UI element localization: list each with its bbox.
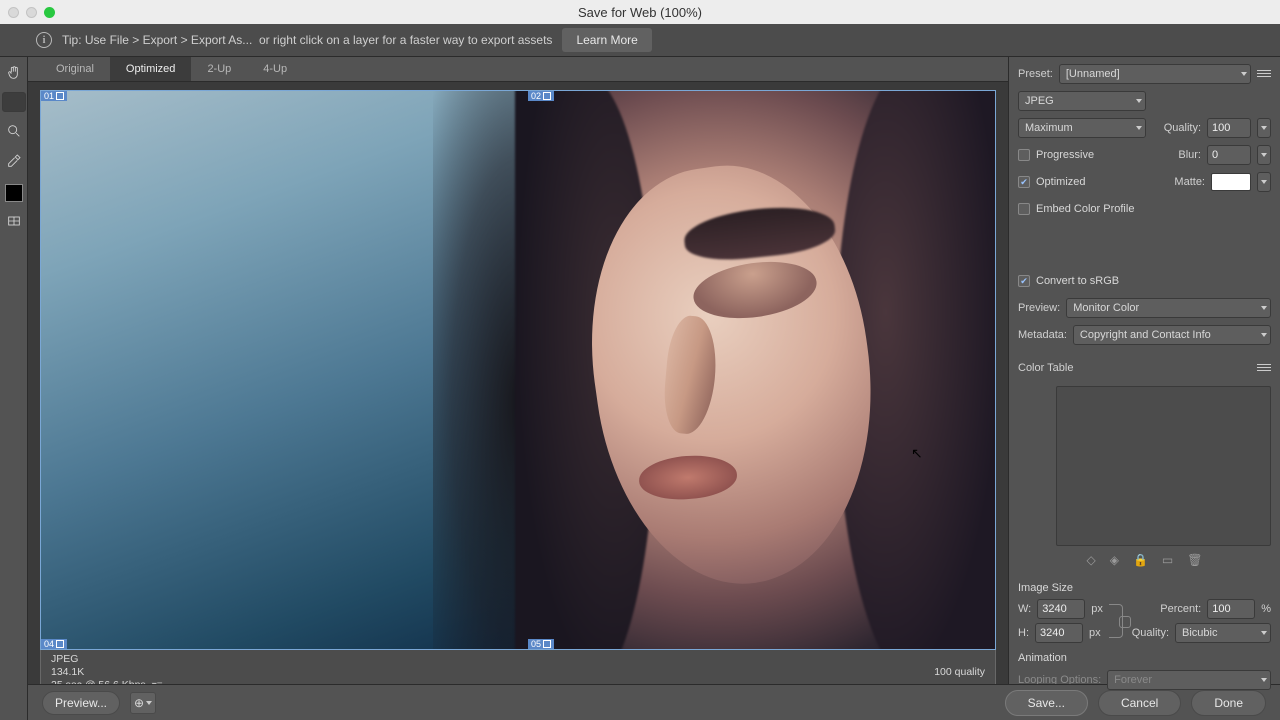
info-quality: 100 quality xyxy=(934,666,985,678)
preview-button[interactable]: Preview... xyxy=(42,691,120,715)
embed-profile-checkbox[interactable]: Embed Color Profile xyxy=(1018,203,1134,215)
settings-panel: Preset: [Unnamed] JPEG Maximum Quality: … xyxy=(1008,57,1280,720)
slice-select-tool[interactable] xyxy=(2,92,26,112)
height-label: H: xyxy=(1018,627,1029,639)
dialog-footer: Preview... ⊕ Save... Cancel Done xyxy=(28,684,1280,720)
format-select[interactable]: JPEG xyxy=(1018,91,1146,111)
tab-2up[interactable]: 2-Up xyxy=(191,57,247,81)
ct-lock-icon[interactable]: 🔒 xyxy=(1133,553,1148,567)
save-button[interactable]: Save... xyxy=(1005,690,1088,716)
browser-preview-select[interactable]: ⊕ xyxy=(130,692,156,714)
ct-trash-icon[interactable]: 🗑 xyxy=(1187,553,1202,567)
zoom-tool[interactable] xyxy=(3,120,25,142)
done-button[interactable]: Done xyxy=(1191,690,1266,716)
titlebar: Save for Web (100%) xyxy=(0,0,1280,24)
preview-canvas[interactable]: 01 02 04 05 ↖ xyxy=(40,90,996,650)
metadata-select[interactable]: Copyright and Contact Info xyxy=(1073,325,1271,345)
window-title: Save for Web (100%) xyxy=(0,5,1280,20)
width-label: W: xyxy=(1018,603,1031,615)
color-table-area xyxy=(1056,386,1271,546)
image-size-label: Image Size xyxy=(1018,582,1271,594)
blur-input[interactable] xyxy=(1207,145,1251,165)
preview-image-right xyxy=(518,91,995,649)
view-tabs: Original Optimized 2-Up 4-Up xyxy=(28,57,1008,82)
tab-optimized[interactable]: Optimized xyxy=(110,57,192,81)
tip-bar: i Tip: Use File > Export > Export As... … xyxy=(0,24,1280,57)
percent-label: Percent: xyxy=(1160,603,1201,615)
preview-select[interactable]: Monitor Color xyxy=(1066,298,1271,318)
quality-stepper[interactable] xyxy=(1257,118,1271,138)
percent-input[interactable] xyxy=(1207,599,1255,619)
tip-text-2: or right click on a layer for a faster w… xyxy=(259,33,552,47)
tab-4up[interactable]: 4-Up xyxy=(247,57,303,81)
toggle-slices-icon[interactable] xyxy=(3,210,25,232)
optimized-checkbox[interactable]: ✔Optimized xyxy=(1018,176,1086,188)
color-table-menu-icon[interactable] xyxy=(1257,362,1271,374)
learn-more-button[interactable]: Learn More xyxy=(562,28,651,52)
loop-select: Forever xyxy=(1107,670,1271,690)
info-icon: i xyxy=(36,32,52,48)
preview-image-left xyxy=(41,91,518,649)
ct-new-icon[interactable]: ▭ xyxy=(1162,553,1173,567)
toolstrip xyxy=(0,57,28,720)
preset-label: Preset: xyxy=(1018,68,1053,80)
ct-map-icon[interactable]: ◇ xyxy=(1087,553,1096,567)
foreground-color-swatch[interactable] xyxy=(5,184,23,202)
preset-select[interactable]: [Unnamed] xyxy=(1059,64,1251,84)
matte-swatch[interactable] xyxy=(1211,173,1251,191)
cancel-button[interactable]: Cancel xyxy=(1098,690,1181,716)
slice-badge-2: 02 xyxy=(528,91,554,101)
convert-srgb-checkbox[interactable]: ✔Convert to sRGB xyxy=(1018,275,1119,287)
resample-select[interactable]: Bicubic xyxy=(1175,623,1271,643)
slice-badge-3: 04 xyxy=(41,639,67,649)
matte-label: Matte: xyxy=(1174,176,1205,188)
eyedropper-tool[interactable] xyxy=(3,150,25,172)
preset-menu-icon[interactable] xyxy=(1257,68,1271,80)
slice-badge-1: 01 xyxy=(41,91,67,101)
tip-text-1: Tip: Use File > Export > Export As... xyxy=(62,33,252,47)
color-table-toolbar: ◇ ◈ 🔒 ▭ 🗑 xyxy=(1018,553,1271,567)
preview-label: Preview: xyxy=(1018,302,1060,314)
blur-label: Blur: xyxy=(1178,149,1201,161)
quality-label: Quality: xyxy=(1164,122,1201,134)
slice-badge-4: 05 xyxy=(528,639,554,649)
info-filesize: 134.1K xyxy=(51,666,163,678)
quality-preset-select[interactable]: Maximum xyxy=(1018,118,1146,138)
animation-label: Animation xyxy=(1018,652,1271,664)
progressive-checkbox[interactable]: Progressive xyxy=(1018,149,1094,161)
color-table-label: Color Table xyxy=(1018,362,1073,374)
height-input[interactable] xyxy=(1035,623,1083,643)
width-input[interactable] xyxy=(1037,599,1085,619)
quality-input[interactable] xyxy=(1207,118,1251,138)
metadata-label: Metadata: xyxy=(1018,329,1067,341)
tab-original[interactable]: Original xyxy=(40,57,110,81)
resample-label: Quality: xyxy=(1132,627,1169,639)
matte-select[interactable] xyxy=(1257,172,1271,192)
blur-stepper[interactable] xyxy=(1257,145,1271,165)
ct-shift-icon[interactable]: ◈ xyxy=(1110,553,1119,567)
constrain-proportions-icon[interactable] xyxy=(1109,604,1123,638)
hand-tool[interactable] xyxy=(3,62,25,84)
info-format: JPEG xyxy=(51,653,163,665)
